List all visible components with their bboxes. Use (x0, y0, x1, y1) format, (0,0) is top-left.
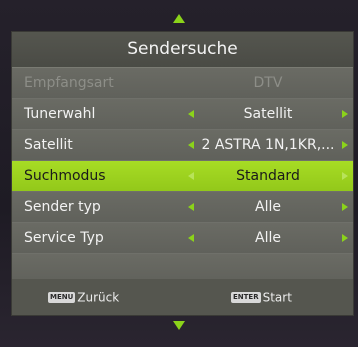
menu-rows: Empfangsart DTV Tunerwahl Satellit Satel… (12, 68, 353, 285)
left-arrow-icon[interactable] (188, 172, 194, 180)
scroll-down-arrow-icon[interactable] (173, 321, 185, 330)
left-arrow-icon[interactable] (188, 234, 194, 242)
row-label: Tunerwahl (24, 106, 96, 122)
row-value: Alle (255, 230, 281, 246)
row-label: Sender typ (24, 199, 101, 215)
menu-title: Sendersuche (12, 32, 353, 67)
back-label: Zurück (77, 290, 120, 305)
left-arrow-icon[interactable] (188, 110, 194, 118)
enter-key-icon: ENTER (231, 292, 261, 303)
row-service-typ[interactable]: Service Typ Alle (12, 223, 353, 254)
right-arrow-icon[interactable] (342, 141, 348, 149)
start-label: Start (262, 290, 292, 305)
row-label: Suchmodus (24, 168, 106, 184)
menu-key-icon: MENU (48, 292, 76, 303)
right-arrow-icon[interactable] (342, 203, 348, 211)
row-label: Empfangsart (24, 75, 114, 91)
right-arrow-icon[interactable] (342, 110, 348, 118)
row-tunerwahl[interactable]: Tunerwahl Satellit (12, 99, 353, 130)
row-value: DTV (253, 75, 283, 91)
row-sender-typ[interactable]: Sender typ Alle (12, 192, 353, 223)
row-value: Standard (236, 168, 300, 184)
left-arrow-icon[interactable] (188, 203, 194, 211)
row-value: Alle (255, 199, 281, 215)
back-hint[interactable]: MENU Zurück (48, 290, 119, 305)
row-satellit[interactable]: Satellit 2 ASTRA 1N,1KR,... (12, 130, 353, 161)
row-label: Satellit (24, 137, 73, 153)
row-value: 2 ASTRA 1N,1KR,... (201, 137, 335, 153)
row-value: Satellit (243, 106, 293, 122)
start-hint[interactable]: ENTER Start (231, 290, 292, 305)
row-empfangsart: Empfangsart DTV (12, 68, 353, 99)
row-label: Service Typ (24, 230, 104, 246)
scroll-up-arrow-icon[interactable] (173, 14, 185, 23)
channel-search-menu: Sendersuche Empfangsart DTV Tunerwahl Sa… (12, 32, 353, 315)
right-arrow-icon[interactable] (342, 234, 348, 242)
right-arrow-icon[interactable] (342, 172, 348, 180)
menu-footer: MENU Zurück ENTER Start (12, 279, 353, 315)
left-arrow-icon[interactable] (188, 141, 194, 149)
row-suchmodus[interactable]: Suchmodus Standard (12, 161, 353, 192)
